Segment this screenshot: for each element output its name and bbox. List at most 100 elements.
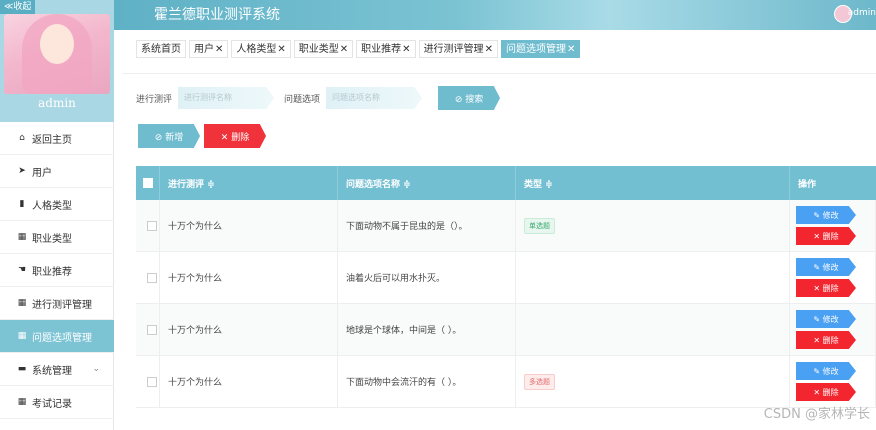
column-header-actions: 操作 xyxy=(798,179,817,190)
row-checkbox[interactable] xyxy=(146,220,157,231)
sidebar-item-career-recommend[interactable]: ☚ 职业推荐 xyxy=(0,254,114,287)
grid-icon: ▦ xyxy=(17,397,27,407)
close-icon[interactable]: ✕ xyxy=(567,44,575,55)
cell-question: 下面动物中会流汗的有（ ）。 xyxy=(338,356,516,407)
delete-button[interactable]: ✕ 删除 xyxy=(796,227,856,245)
row-select-cell xyxy=(136,304,160,355)
sidebar: admin ≪收起 ⌂ 返回主页 ➤ 用户 ▮ 人格类型 ▦ 职业类型 ☚ 职业… xyxy=(0,0,114,430)
tab-evaluation-manage[interactable]: 进行测评管理✕ xyxy=(418,40,498,58)
chat-icon: ▬ xyxy=(17,364,27,374)
sidebar-menu: ⌂ 返回主页 ➤ 用户 ▮ 人格类型 ▦ 职业类型 ☚ 职业推荐 ▦ 进行测评管… xyxy=(0,122,114,419)
sidebar-item-label: 进行测评管理 xyxy=(32,299,92,311)
tab-label: 进行测评管理 xyxy=(423,44,484,55)
grid-icon: ▦ xyxy=(17,331,27,341)
close-icon[interactable]: ✕ xyxy=(277,44,285,55)
grid-icon: ▦ xyxy=(17,298,27,308)
chevron-down-icon: ⌄ xyxy=(92,364,100,374)
batch-delete-button[interactable]: ✕ 删除 xyxy=(204,124,266,148)
search-button[interactable]: ⊘ 搜索 xyxy=(438,86,501,110)
row-checkbox[interactable] xyxy=(146,272,157,283)
close-icon[interactable]: ✕ xyxy=(215,44,223,55)
cell-type xyxy=(516,304,790,355)
cell-question: 下面动物不属于昆虫的是（）。 xyxy=(338,200,516,251)
table-row: 十万个为什么 下面动物中会流汗的有（ ）。 多选题 ✎ 修改 ✕ 删除 xyxy=(136,356,876,408)
sidebar-item-label: 返回主页 xyxy=(32,134,72,146)
question-option-label: 问题选项 xyxy=(284,94,321,105)
column-header-type[interactable]: 类型 ≑ xyxy=(516,166,790,200)
edit-button[interactable]: ✎ 修改 xyxy=(796,258,856,276)
sidebar-item-label: 职业推荐 xyxy=(32,266,72,278)
tab-question-options[interactable]: 问题选项管理✕ xyxy=(500,40,581,58)
cell-question: 地球是个球体，中间是（ ）。 xyxy=(338,304,516,355)
tab-label: 人格类型 xyxy=(236,44,277,55)
cell-evaluation: 十万个为什么 xyxy=(160,252,338,303)
search-bar: 进行测评 进行测评名称 问题选项 问题选项名称 ⊘ 搜索 xyxy=(136,86,501,110)
row-checkbox[interactable] xyxy=(146,376,157,387)
sidebar-item-home[interactable]: ⌂ 返回主页 xyxy=(0,122,114,155)
cell-actions: ✎ 修改 ✕ 删除 xyxy=(790,252,876,303)
sidebar-item-system-manage[interactable]: ▬ 系统管理 ⌄ xyxy=(0,353,114,386)
divider xyxy=(122,73,876,74)
delete-button[interactable]: ✕ 删除 xyxy=(796,279,856,297)
column-header-question[interactable]: 问题选项名称 ≑ xyxy=(338,166,516,200)
edit-button[interactable]: ✎ 修改 xyxy=(796,206,856,224)
tab-career-types[interactable]: 职业类型✕ xyxy=(293,40,354,58)
delete-button[interactable]: ✕ 删除 xyxy=(796,331,856,349)
watermark: CSDN @家林学长 xyxy=(763,407,870,422)
sidebar-item-personality-types[interactable]: ▮ 人格类型 xyxy=(0,188,114,221)
tab-career-recommend[interactable]: 职业推荐✕ xyxy=(356,40,416,58)
admin-name: admin xyxy=(38,96,76,110)
tab-personality-types[interactable]: 人格类型✕ xyxy=(231,40,291,58)
type-badge: 单选题 xyxy=(524,217,555,234)
cell-question: 油着火后可以用水扑灭。 xyxy=(338,252,516,303)
sidebar-item-evaluation-manage[interactable]: ▦ 进行测评管理 xyxy=(0,287,114,320)
tab-users[interactable]: 用户✕ xyxy=(189,40,229,58)
question-option-input[interactable]: 问题选项名称 xyxy=(326,87,423,109)
sidebar-item-question-options[interactable]: ▦ 问题选项管理 xyxy=(0,320,114,353)
edit-button[interactable]: ✎ 修改 xyxy=(796,310,856,328)
send-icon: ➤ xyxy=(18,166,26,176)
tab-home[interactable]: 系统首页 xyxy=(136,40,186,58)
sidebar-item-users[interactable]: ➤ 用户 xyxy=(0,155,114,188)
column-header-evaluation[interactable]: 进行测评 ≑ xyxy=(160,166,338,200)
row-select-cell xyxy=(136,200,160,251)
app-title: 霍兰德职业测评系统 xyxy=(154,7,280,23)
avatar xyxy=(4,14,110,94)
sidebar-profile: admin xyxy=(0,0,114,122)
grid-icon: ▦ xyxy=(17,232,27,242)
table-row: 十万个为什么 地球是个球体，中间是（ ）。 ✎ 修改 ✕ 删除 xyxy=(136,304,876,356)
data-table: 进行测评 ≑ 问题选项名称 ≑ 类型 ≑ 操作 十万个为什么 下面动物不属于昆虫… xyxy=(136,166,876,408)
delete-button[interactable]: ✕ 删除 xyxy=(796,383,856,401)
select-all-cell xyxy=(136,166,160,200)
sidebar-item-label: 人格类型 xyxy=(32,200,72,212)
edit-button[interactable]: ✎ 修改 xyxy=(796,362,856,380)
tab-bar: 系统首页 用户✕ 人格类型✕ 职业类型✕ 职业推荐✕ 进行测评管理✕ 问题选项管… xyxy=(136,40,581,58)
close-icon[interactable]: ✕ xyxy=(485,44,493,55)
cell-type: 多选题 xyxy=(516,356,790,407)
select-all-checkbox[interactable] xyxy=(142,178,153,188)
collapse-button[interactable]: ≪收起 xyxy=(0,0,36,14)
user-name[interactable]: admin xyxy=(848,8,876,18)
cell-type: 单选题 xyxy=(516,200,790,251)
evaluation-name-input[interactable]: 进行测评名称 xyxy=(178,87,275,109)
close-icon[interactable]: ✕ xyxy=(340,44,348,55)
add-button[interactable]: ⊘ 新增 xyxy=(138,124,200,148)
sidebar-item-exam-records[interactable]: ▦ 考试记录 xyxy=(0,386,114,419)
sidebar-item-label: 系统管理 xyxy=(32,365,72,377)
cell-evaluation: 十万个为什么 xyxy=(160,304,338,355)
tab-label: 系统首页 xyxy=(141,44,181,55)
book-icon: ▮ xyxy=(19,199,25,209)
cell-evaluation: 十万个为什么 xyxy=(160,200,338,251)
cell-actions: ✎ 修改 ✕ 删除 xyxy=(790,200,876,251)
cell-evaluation: 十万个为什么 xyxy=(160,356,338,407)
row-select-cell xyxy=(136,252,160,303)
top-header: 霍兰德职业测评系统 admin xyxy=(114,0,876,30)
row-checkbox[interactable] xyxy=(146,324,157,335)
avatar-face xyxy=(40,24,74,64)
cell-type xyxy=(516,252,790,303)
table-row: 十万个为什么 下面动物不属于昆虫的是（）。 单选题 ✎ 修改 ✕ 删除 xyxy=(136,200,876,252)
sidebar-item-label: 问题选项管理 xyxy=(32,332,92,344)
close-icon[interactable]: ✕ xyxy=(402,44,410,55)
sidebar-item-label: 考试记录 xyxy=(32,398,72,410)
sidebar-item-career-types[interactable]: ▦ 职业类型 xyxy=(0,221,114,254)
